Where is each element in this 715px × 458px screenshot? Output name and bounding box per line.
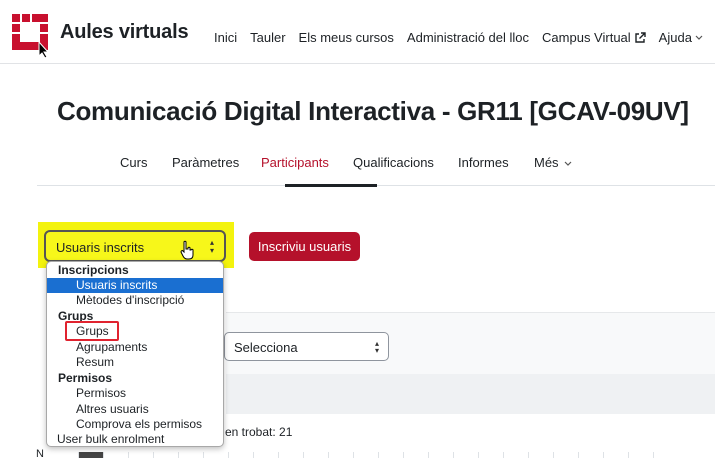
top-navbar: Aules virtuals Inici Tauler Els meus cur… [0,0,715,64]
nav-item-label: Ajuda [658,30,692,45]
initial-filter-cell[interactable] [603,452,628,458]
page-title: Comunicació Digital Interactiva - GR11 [… [57,96,689,126]
initial-filter-cell[interactable] [478,452,503,458]
initial-filter-cell[interactable] [228,452,253,458]
chevron-down-icon [695,35,703,40]
initial-filter-cell[interactable] [103,452,128,458]
filter-select-value: Selecciona [234,340,298,355]
enrol-users-button[interactable]: Inscriviu usuaris [249,232,360,261]
chevron-down-icon [564,161,572,166]
initial-filter-cell[interactable] [553,452,578,458]
initial-filter-cell[interactable] [628,452,653,458]
nav-item-inici[interactable]: Inici [214,30,237,45]
initial-filter-all[interactable] [78,452,103,458]
mouse-cursor-icon [38,41,50,59]
initial-filter-cell[interactable] [153,452,178,458]
tab-curs[interactable]: Curs [120,155,147,170]
initial-filter-cell[interactable] [578,452,603,458]
highlight-box-annotation [65,321,119,341]
initial-filter-cell[interactable] [128,452,153,458]
initial-filter-cell[interactable] [178,452,203,458]
nav-item-label: Tauler [250,30,286,45]
dropdown-group-permisos: Permisos [58,371,113,385]
initial-filter-cell[interactable] [203,452,228,458]
initial-filter-cell[interactable] [353,452,378,458]
tab-qualificacions[interactable]: Qualificacions [353,155,434,170]
nav-item-label: Inici [214,30,238,45]
select-arrows-icon: ▴ ▾ [209,238,214,255]
dropdown-option-metodes-inscripcio[interactable]: Mètodes d'inscripció [47,293,223,308]
table-header-panel [226,374,715,414]
filter-select[interactable]: Selecciona ▴ ▾ [224,332,389,361]
participants-found-count: en trobat: 21 [225,425,293,439]
site-name[interactable]: Aules virtuals [60,21,189,44]
nav-item-my-courses[interactable]: Els meus cursos [299,30,394,45]
tab-mes[interactable]: Més [534,155,572,170]
initial-filter-cell[interactable] [653,452,678,458]
initial-filter-cell[interactable] [403,452,428,458]
dropdown-option-comprova-permisos[interactable]: Comprova els permisos [47,417,223,432]
nav-item-label: Administració del lloc [406,30,530,45]
initial-filter-cell[interactable] [453,452,478,458]
initial-filter-cell[interactable] [503,452,528,458]
dropdown-option-usuaris-inscrits[interactable]: Usuaris inscrits [47,278,223,293]
tab-label: Més [534,155,559,170]
name-initial-filter: N [36,448,715,458]
tab-participants[interactable]: Participants [261,155,329,170]
initial-filter-cell [40,452,78,458]
nav-item-label: Campus Virtual [542,30,631,45]
select-arrows-icon: ▴ ▾ [374,339,379,355]
tab-informes[interactable]: Informes [458,155,509,170]
nav-item-label: Els meus cursos [298,30,394,45]
initial-filter-cell[interactable] [303,452,328,458]
dropdown-option-user-bulk-enrolment[interactable]: User bulk enrolment [57,432,164,446]
initial-filter-cell[interactable] [328,452,353,458]
external-link-icon [634,31,646,43]
dropdown-group-inscripcions: Inscripcions [58,263,129,277]
dropdown-option-agrupaments[interactable]: Agrupaments [47,340,223,355]
mouse-cursor-icon [180,240,194,260]
primary-navigation: Inici Tauler Els meus cursos Administrac… [214,30,715,45]
secondary-navigation: Curs Paràmetres Participants Qualificaci… [37,146,715,187]
initial-filter-cell[interactable] [528,452,553,458]
initial-filter-cell[interactable] [278,452,303,458]
nav-item-campus-virtual[interactable]: Campus Virtual [542,30,646,45]
dropdown-option-permisos[interactable]: Permisos [47,386,223,401]
name-filter-label: N [36,448,44,458]
initial-filter-cell[interactable] [378,452,403,458]
active-tab-indicator [285,184,377,187]
initial-filter-cell[interactable] [253,452,278,458]
nav-item-tauler[interactable]: Tauler [250,30,285,45]
participants-page-select[interactable]: Usuaris inscrits ▴ ▾ [44,230,226,262]
dropdown-option-altres-usuaris[interactable]: Altres usuaris [47,402,223,417]
participants-page-select-value: Usuaris inscrits [56,240,145,255]
nav-item-site-admin[interactable]: Administració del lloc [407,30,529,45]
dropdown-option-resum[interactable]: Resum [47,355,223,370]
participants-page-dropdown: Inscripcions Usuaris inscrits Mètodes d'… [46,261,224,447]
initial-filter-cell[interactable] [428,452,453,458]
nav-item-ajuda[interactable]: Ajuda [659,30,703,45]
tab-parametres[interactable]: Paràmetres [172,155,239,170]
